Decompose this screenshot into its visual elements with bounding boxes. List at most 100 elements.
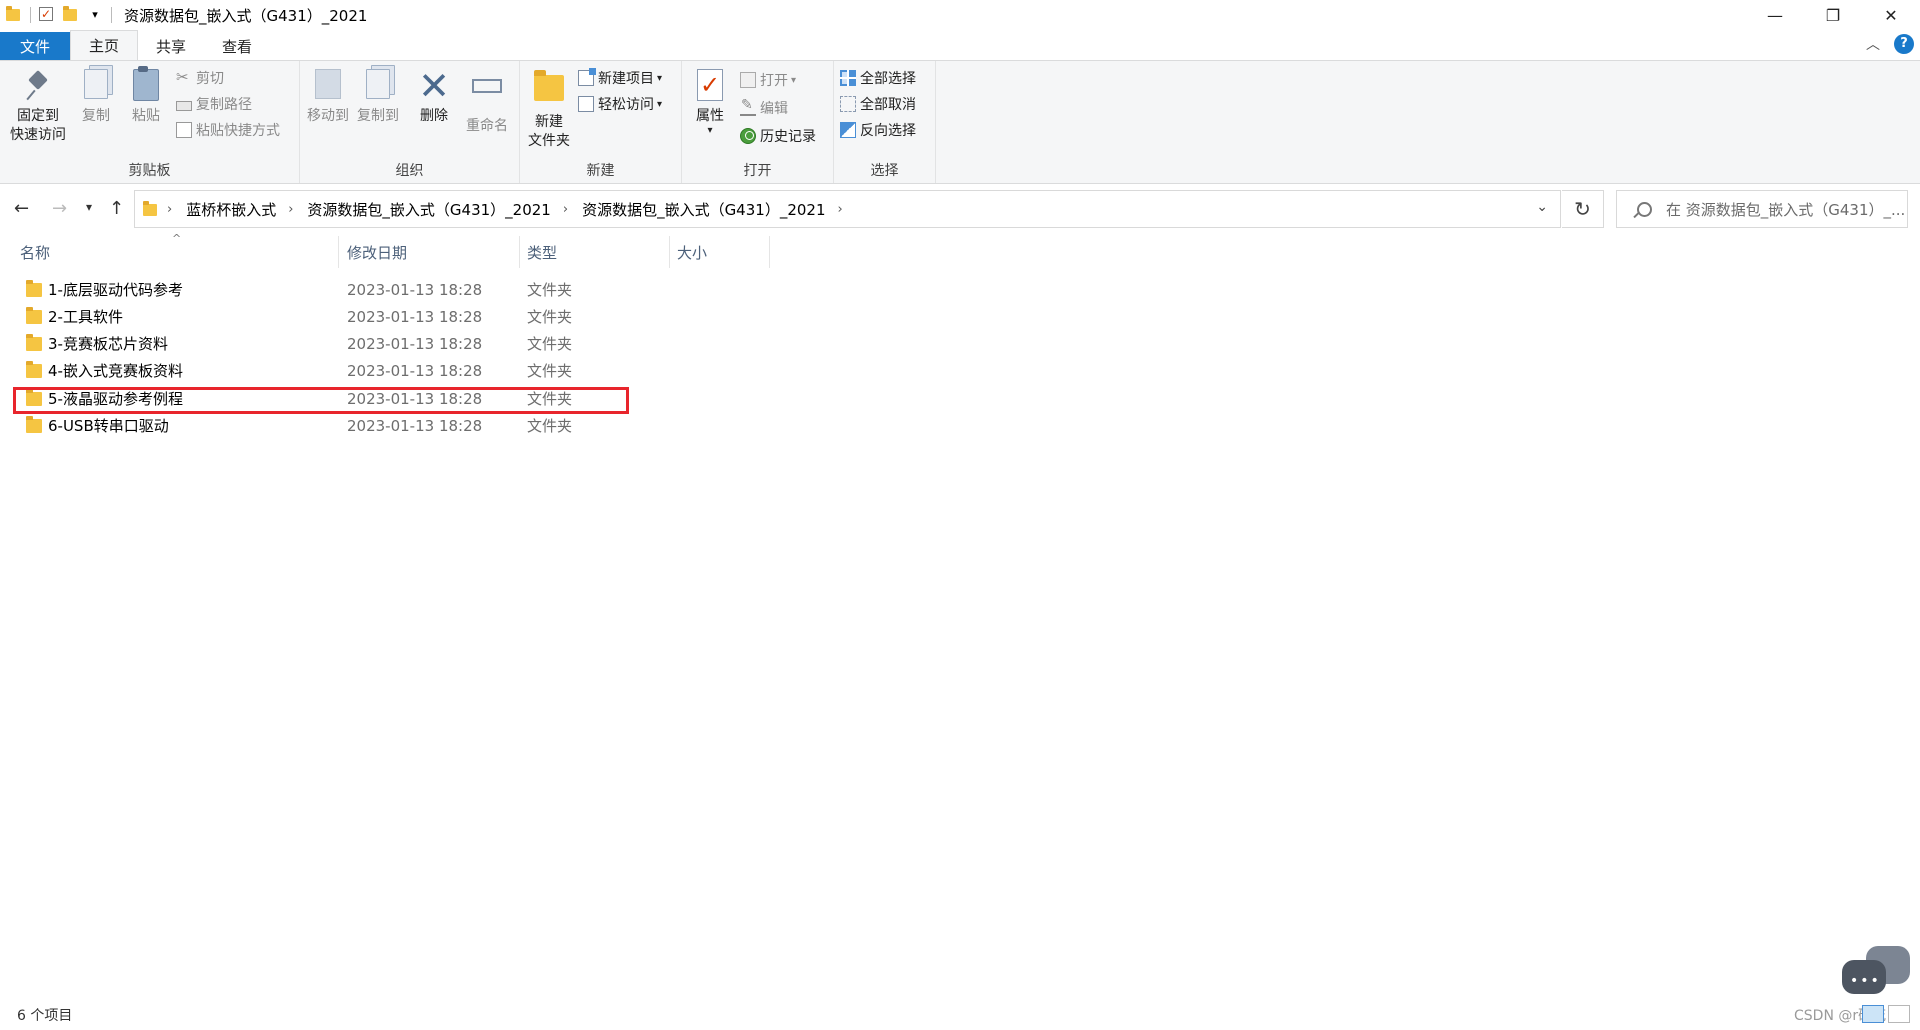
- new-folder-quick-icon[interactable]: [63, 6, 79, 23]
- edit-icon: [740, 97, 756, 116]
- new-folder-icon: [534, 70, 564, 101]
- folder-icon: [26, 360, 42, 378]
- copy-icon: [84, 69, 108, 99]
- minimize-button[interactable]: —: [1746, 0, 1804, 30]
- history-icon: [740, 128, 756, 144]
- breadcrumb-item[interactable]: 资源数据包_嵌入式（G431）_2021: [582, 199, 825, 220]
- folder-icon: [26, 415, 42, 433]
- recent-locations-chevron-icon[interactable]: ▾: [86, 200, 92, 214]
- breadcrumb-item[interactable]: 蓝桥杯嵌入式: [186, 199, 276, 220]
- delete-button[interactable]: ✕ 删除: [414, 64, 454, 126]
- file-name: 2-工具软件: [48, 308, 123, 326]
- folder-icon: [143, 201, 157, 216]
- move-to-button[interactable]: 移动到: [304, 69, 352, 126]
- table-row[interactable]: 6-USB转串口驱动 2023-01-13 18:28 文件夹: [16, 412, 1516, 439]
- new-item-button[interactable]: 新建项目 ▾: [578, 67, 662, 89]
- new-folder-button[interactable]: 新建 文件夹: [524, 69, 574, 151]
- paste-button[interactable]: 粘贴: [124, 69, 168, 126]
- file-modified: 2023-01-13 18:28: [347, 334, 483, 353]
- refresh-button[interactable]: ↻: [1562, 190, 1604, 228]
- column-header-type[interactable]: 类型: [527, 236, 557, 268]
- properties-check-icon: ✓: [697, 69, 723, 101]
- window-title: 资源数据包_嵌入式（G431）_2021: [124, 6, 368, 25]
- address-bar[interactable]: › 蓝桥杯嵌入式 › 资源数据包_嵌入式（G431）_2021 › 资源数据包_…: [134, 190, 1561, 228]
- help-icon[interactable]: ?: [1894, 34, 1914, 54]
- dropdown-arrow-icon: ▾: [657, 98, 663, 110]
- cut-button[interactable]: 剪切: [176, 67, 224, 89]
- up-arrow-icon[interactable]: ↑: [109, 198, 124, 219]
- properties-button[interactable]: ✓ 属性 ▾: [690, 69, 730, 136]
- group-label: 剪贴板: [128, 163, 171, 179]
- tab-view[interactable]: 查看: [204, 32, 270, 60]
- forward-arrow-icon[interactable]: →: [52, 198, 67, 219]
- chevron-right-icon[interactable]: ›: [563, 202, 568, 217]
- address-dropdown-icon[interactable]: ⌄: [1536, 199, 1548, 215]
- large-icons-view-button[interactable]: [1888, 1005, 1910, 1023]
- clipboard-icon: [133, 69, 159, 101]
- table-row[interactable]: 3-竞赛板芯片资料 2023-01-13 18:28 文件夹: [16, 330, 1516, 357]
- column-divider[interactable]: [769, 236, 770, 268]
- invert-selection-icon: [840, 122, 856, 138]
- quick-access-toolbar: ✓ ▾: [0, 0, 116, 30]
- pin-icon: [22, 69, 54, 103]
- history-button[interactable]: 历史记录: [740, 125, 816, 147]
- details-view-button[interactable]: [1862, 1005, 1884, 1023]
- column-header-modified[interactable]: 修改日期: [347, 236, 407, 268]
- column-header-size[interactable]: 大小: [677, 236, 707, 268]
- pin-quick-access-button[interactable]: 固定到 快速访问: [6, 69, 70, 145]
- copy-to-icon: [366, 69, 390, 99]
- dropdown-arrow-icon: ▾: [707, 125, 713, 136]
- chevron-right-icon[interactable]: ›: [167, 202, 172, 217]
- breadcrumb-item[interactable]: 资源数据包_嵌入式（G431）_2021: [307, 199, 550, 220]
- table-row[interactable]: 4-嵌入式竞赛板资料 2023-01-13 18:28 文件夹: [16, 357, 1516, 384]
- column-header-name[interactable]: 名称: [20, 236, 50, 268]
- search-placeholder: 在 资源数据包_嵌入式（G431）_...: [1666, 200, 1906, 219]
- close-button[interactable]: ✕: [1862, 0, 1920, 30]
- edit-button[interactable]: 编辑: [740, 97, 788, 119]
- file-name: 4-嵌入式竞赛板资料: [48, 362, 183, 380]
- copy-to-button[interactable]: 复制到: [354, 69, 402, 126]
- dropdown-arrow-icon: ▾: [657, 72, 663, 84]
- search-input[interactable]: 在 资源数据包_嵌入式（G431）_...: [1616, 190, 1908, 228]
- open-button[interactable]: 打开 ▾: [740, 69, 796, 91]
- table-row[interactable]: 1-底层驱动代码参考 2023-01-13 18:28 文件夹: [16, 276, 1516, 303]
- chat-bubble-icon: •••: [1842, 946, 1912, 1004]
- paste-shortcut-icon: [176, 122, 192, 138]
- rename-button[interactable]: 重命名: [460, 69, 514, 136]
- group-label: 组织: [395, 163, 424, 179]
- file-name: 3-竞赛板芯片资料: [48, 335, 168, 353]
- column-divider[interactable]: [519, 236, 520, 268]
- folder-icon: [6, 6, 22, 23]
- easy-access-button[interactable]: 轻松访问 ▾: [578, 93, 662, 115]
- copy-path-button[interactable]: 复制路径: [176, 93, 252, 115]
- restore-button[interactable]: ❐: [1804, 0, 1862, 30]
- clipboard-group: 固定到 快速访问 复制 粘贴 剪切 复制路径 粘贴快捷方式 剪贴板: [0, 61, 300, 183]
- copy-path-icon: [176, 100, 192, 111]
- properties-quick-icon[interactable]: ✓: [39, 7, 55, 23]
- customize-dropdown-icon[interactable]: ▾: [87, 7, 103, 23]
- file-modified: 2023-01-13 18:28: [347, 280, 483, 299]
- delete-x-icon: ✕: [418, 64, 450, 108]
- select-none-button[interactable]: 全部取消: [840, 93, 916, 115]
- invert-selection-button[interactable]: 反向选择: [840, 119, 916, 141]
- tab-share[interactable]: 共享: [138, 32, 204, 60]
- table-row[interactable]: 2-工具软件 2023-01-13 18:28 文件夹: [16, 303, 1516, 330]
- collapse-ribbon-icon[interactable]: ︿: [1866, 34, 1880, 54]
- column-divider[interactable]: [338, 236, 339, 268]
- copy-button[interactable]: 复制: [74, 69, 118, 126]
- tab-file[interactable]: 文件: [0, 32, 71, 60]
- folder-icon: [26, 333, 42, 351]
- file-type: 文件夹: [527, 362, 573, 380]
- scissors-icon: [176, 68, 192, 86]
- select-all-button[interactable]: 全部选择: [840, 67, 916, 89]
- folder-icon: [26, 279, 42, 297]
- paste-shortcut-button[interactable]: 粘贴快捷方式: [176, 119, 280, 141]
- rename-icon: [472, 79, 502, 93]
- chevron-right-icon[interactable]: ›: [838, 202, 843, 217]
- tab-home[interactable]: 主页: [70, 30, 139, 60]
- select-all-icon: [840, 70, 856, 86]
- chevron-right-icon[interactable]: ›: [288, 202, 293, 217]
- back-arrow-icon[interactable]: ←: [14, 198, 29, 219]
- group-label: 选择: [870, 163, 899, 179]
- column-divider[interactable]: [669, 236, 670, 268]
